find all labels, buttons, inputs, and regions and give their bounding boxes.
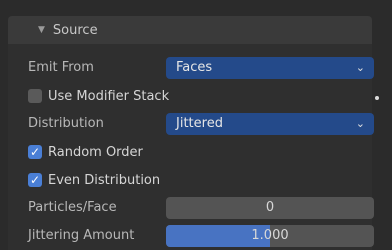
panel-body: Emit From Faces ⌄ Use Modifier Stack Dis…: [8, 44, 374, 250]
jittering-amount-label: Jittering Amount: [28, 228, 135, 243]
jittering-amount-slider[interactable]: 1.000: [166, 225, 374, 247]
use-modifier-stack-label: Use Modifier Stack: [48, 88, 170, 104]
checkmark-icon[interactable]: ✓: [28, 145, 42, 159]
particles-per-face-value: 0: [265, 200, 275, 215]
emit-from-dropdown[interactable]: Faces ⌄: [166, 57, 374, 79]
random-order-checkbox[interactable]: ✓ Random Order: [28, 141, 143, 163]
decorator-dot-icon: [375, 96, 379, 100]
random-order-label: Random Order: [48, 144, 143, 160]
even-distribution-label: Even Distribution: [48, 172, 161, 188]
distribution-value: Jittered: [176, 116, 223, 131]
distribution-label: Distribution: [28, 116, 104, 131]
panel-header[interactable]: ▼ Source: [8, 16, 372, 44]
chevron-down-icon: ⌄: [355, 61, 365, 74]
emit-from-value: Faces: [176, 60, 213, 75]
emit-from-label: Emit From: [28, 60, 94, 75]
even-distribution-checkbox[interactable]: ✓ Even Distribution: [28, 169, 160, 191]
checkmark-icon[interactable]: ✓: [28, 173, 42, 187]
use-modifier-stack-checkbox[interactable]: Use Modifier Stack: [28, 85, 169, 107]
distribution-dropdown[interactable]: Jittered ⌄: [166, 113, 374, 135]
chevron-down-icon: ⌄: [355, 117, 365, 130]
panel-title: Source: [52, 22, 98, 38]
collapse-chevron-icon[interactable]: ▼: [38, 25, 45, 35]
checkbox-icon[interactable]: [28, 89, 42, 103]
jittering-amount-value: 1.000: [251, 228, 289, 243]
particles-per-face-field[interactable]: 0: [166, 197, 374, 219]
particles-per-face-label: Particles/Face: [28, 200, 117, 215]
